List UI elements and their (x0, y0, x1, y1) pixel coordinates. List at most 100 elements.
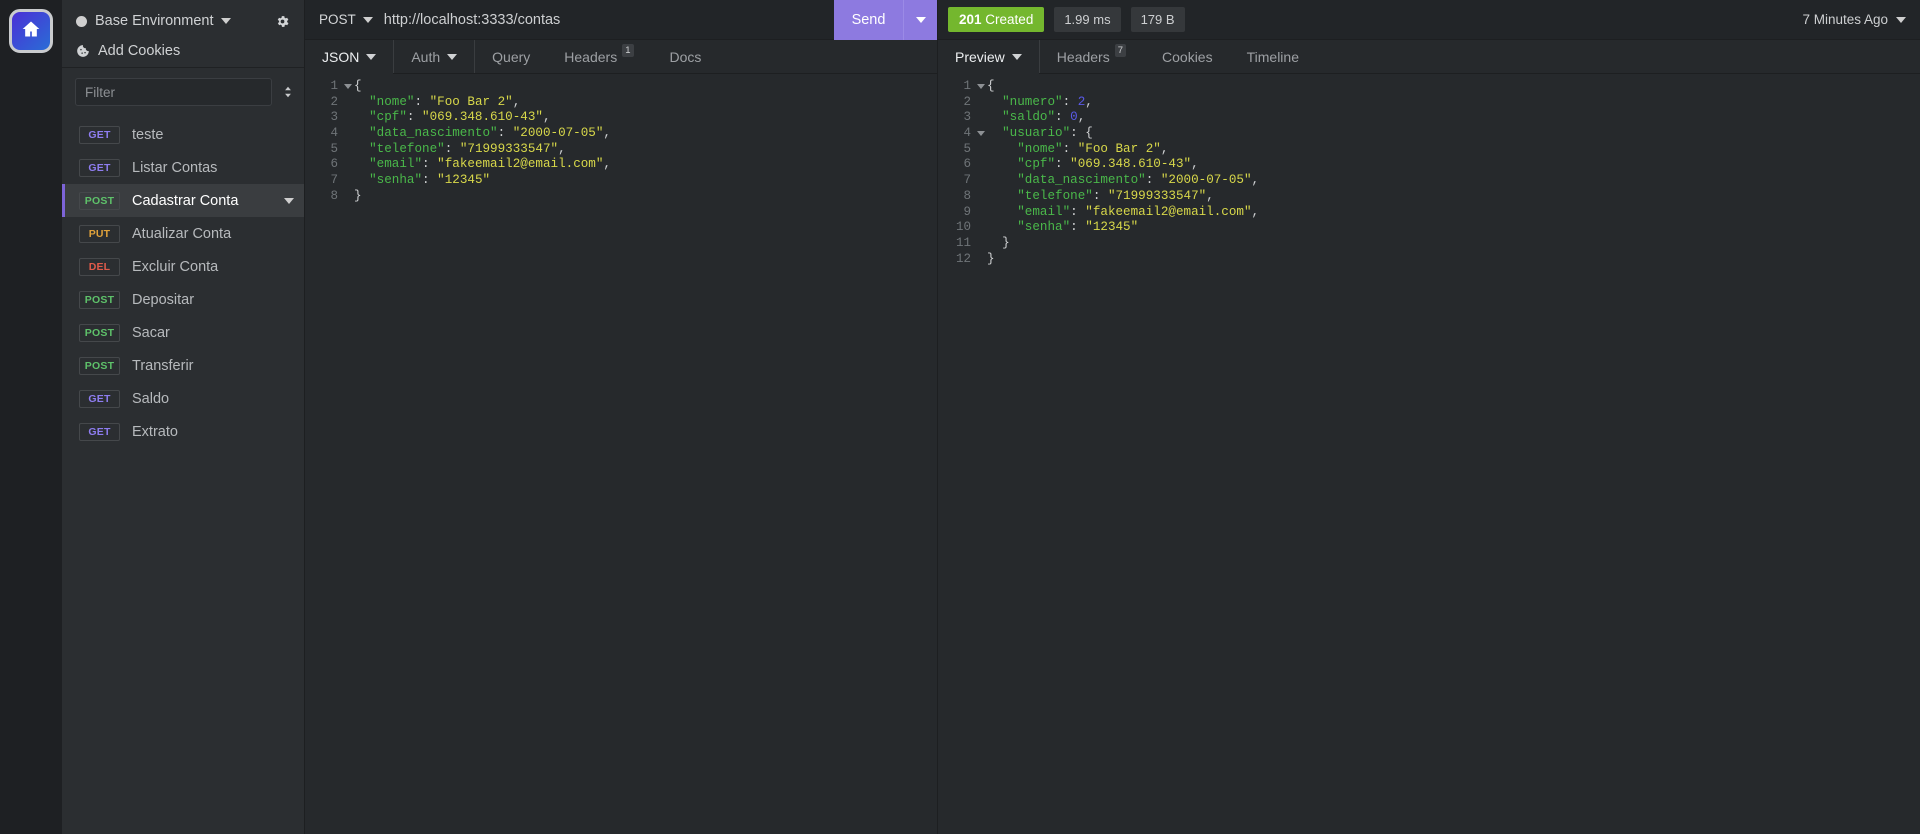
request-item-label: Sacar (132, 324, 170, 341)
response-tabbar: Preview Headers 7 Cookies Timeline (938, 40, 1920, 74)
line-number: 5 (963, 141, 971, 156)
code-line: } (354, 188, 362, 203)
line-number: 4 (330, 126, 338, 141)
code-line: "nome": "Foo Bar 2", (354, 94, 521, 109)
tab-timeline[interactable]: Timeline (1230, 40, 1316, 73)
tab-label: Timeline (1246, 48, 1299, 65)
chevron-down-icon (1896, 16, 1906, 23)
response-body-viewer[interactable]: 1 2 3 4 5 6 7 8 9 10 11 12 { "numero": 2, "saldo": … (938, 74, 1920, 834)
request-method-badge: GET (79, 158, 120, 177)
request-item[interactable]: GET Extrato (62, 415, 304, 448)
tab-json[interactable]: JSON (305, 40, 395, 74)
url-input[interactable]: http://localhost:3333/contas (384, 12, 561, 28)
settings-button[interactable] (275, 14, 290, 29)
send-button[interactable]: Send (834, 0, 903, 40)
line-number: 8 (330, 188, 338, 203)
tab-docs[interactable]: Docs (653, 40, 719, 73)
tab-label: Preview (955, 48, 1005, 65)
chevron-down-icon (362, 16, 373, 23)
code-line: { (987, 79, 995, 93)
response-size[interactable]: 179 B (1130, 7, 1185, 32)
request-item[interactable]: POST Depositar (62, 283, 304, 316)
request-item[interactable]: POST Cadastrar Conta (62, 184, 304, 217)
request-item-label: Transferir (132, 357, 194, 374)
request-item[interactable]: GET Listar Contas (62, 151, 304, 184)
line-number: 2 (963, 94, 971, 109)
tab-badge: 1 (622, 44, 634, 57)
request-method-badge: DEL (79, 257, 120, 276)
code-line: "cpf": "069.348.610-43", (354, 110, 551, 125)
response-history-dropdown[interactable]: 7 Minutes Ago (1802, 12, 1906, 27)
line-number: 3 (330, 110, 338, 125)
tab-auth[interactable]: Auth (394, 40, 476, 73)
environment-name: Base Environment (95, 13, 214, 29)
add-cookies-button[interactable]: Add Cookies (76, 43, 290, 59)
response-fold-column[interactable] (974, 79, 987, 834)
request-line-numbers: 12345678 (305, 79, 341, 834)
insomnia-app-window: Base Environment Add Cookies Filter GET … (0, 0, 1920, 834)
environment-dot-icon (76, 15, 87, 27)
request-item-label: Depositar (132, 291, 195, 308)
line-number: 7 (963, 173, 971, 188)
request-item[interactable]: GET Saldo (62, 382, 304, 415)
request-item[interactable]: POST Transferir (62, 349, 304, 382)
home-icon (21, 19, 41, 44)
tab-preview[interactable]: Preview (938, 40, 1040, 74)
line-number: 3 (963, 110, 971, 125)
request-body-editor[interactable]: 12345678 { "nome": "Foo Bar 2", "cpf": "… (305, 74, 937, 834)
line-number: 5 (330, 141, 338, 156)
code-line: "data_nascimento": "2000-07-05", (354, 126, 611, 141)
response-history-label: 7 Minutes Ago (1802, 12, 1888, 27)
code-line: { (354, 79, 362, 93)
request-item-label: Listar Contas (132, 159, 218, 176)
send-group: Send (834, 0, 937, 40)
chevron-down-icon (915, 16, 926, 23)
send-options-button[interactable] (903, 0, 937, 40)
home-button[interactable] (9, 9, 53, 53)
code-line: "numero": 2, (987, 94, 1093, 109)
tab-cookies[interactable]: Cookies (1145, 40, 1230, 73)
request-item-label: Excluir Conta (132, 258, 219, 275)
activity-rail (0, 0, 62, 834)
response-status-bar: 201 Created 1.99 ms 179 B 7 Minutes Ago (938, 0, 1920, 40)
request-method-badge: GET (79, 422, 120, 441)
request-item[interactable]: POST Sacar (62, 316, 304, 349)
fold-toggle-icon[interactable] (974, 126, 987, 142)
tab-headers[interactable]: Headers 1 (547, 40, 652, 73)
code-line: "data_nascimento": "2000-07-05", (987, 173, 1260, 188)
response-time[interactable]: 1.99 ms (1054, 7, 1121, 32)
environment-selector[interactable]: Base Environment (76, 10, 290, 32)
line-number: 12 (955, 251, 971, 266)
sort-button[interactable] (281, 85, 295, 99)
request-method-selector[interactable]: POST (305, 12, 384, 27)
request-fold-column[interactable] (341, 79, 354, 834)
request-item[interactable]: GET teste (62, 118, 304, 151)
filter-input[interactable] (75, 78, 272, 106)
fold-toggle-icon[interactable] (974, 79, 987, 95)
url-bar: POST http://localhost:3333/contas Send (305, 0, 937, 40)
tab-headers[interactable]: Headers 7 (1040, 40, 1145, 73)
status-badge[interactable]: 201 Created (948, 7, 1045, 32)
tab-query[interactable]: Query (475, 40, 547, 73)
chevron-down-icon[interactable] (284, 197, 294, 204)
tab-label: Headers (564, 48, 618, 65)
request-item[interactable]: DEL Excluir Conta (62, 250, 304, 283)
request-item[interactable]: PUT Atualizar Conta (62, 217, 304, 250)
request-method-badge: POST (79, 290, 120, 309)
request-item-label: Cadastrar Conta (132, 192, 239, 209)
code-line: "email": "fakeemail2@email.com", (987, 204, 1260, 219)
line-number: 2 (330, 94, 338, 109)
line-number: 6 (963, 157, 971, 172)
chevron-down-icon (1011, 53, 1022, 60)
response-line-numbers: 1 2 3 4 5 6 7 8 9 10 11 12 (938, 79, 974, 834)
fold-toggle-icon[interactable] (341, 79, 354, 95)
request-pane: POST http://localhost:3333/contas Send J… (305, 0, 938, 834)
line-number: 7 (330, 173, 338, 188)
request-list: GET teste GET Listar Contas POST Cadastrar Co… (62, 116, 304, 834)
tab-label: Headers (1056, 48, 1110, 65)
